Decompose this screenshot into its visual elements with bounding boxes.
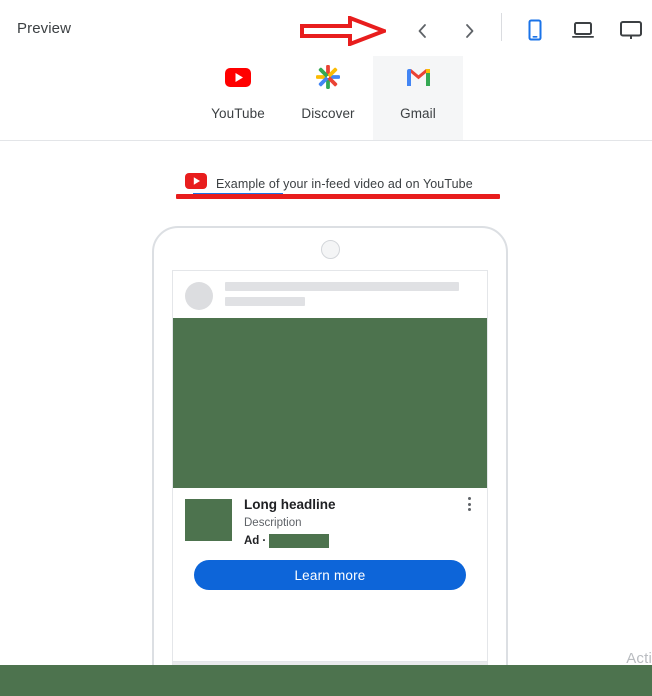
ad-headline: Long headline	[244, 497, 336, 512]
kebab-dot	[467, 508, 471, 511]
laptop-device-button[interactable]	[570, 17, 596, 43]
bottom-redaction-band	[0, 665, 652, 696]
next-preview-button[interactable]	[457, 18, 483, 44]
red-arrow-annotation-icon	[300, 16, 386, 46]
preview-surface-tabs: YouTube Discover Gmail	[0, 56, 652, 196]
phone-speaker-icon	[321, 240, 340, 259]
mobile-device-icon	[528, 19, 542, 41]
tabs-bottom-rule	[0, 140, 652, 141]
ad-separator: ·	[262, 535, 267, 547]
kebab-dot	[467, 497, 471, 500]
google-discover-icon	[283, 60, 373, 94]
previous-preview-button[interactable]	[409, 18, 435, 44]
preview-header: Preview	[0, 0, 652, 52]
tab-youtube[interactable]: YouTube	[193, 56, 283, 141]
header-divider	[501, 13, 502, 41]
chevron-right-icon	[466, 24, 474, 38]
mobile-preview-frame: Long headline Description Ad · Learn mor…	[152, 226, 508, 678]
ad-channel-thumbnail-redacted	[185, 499, 232, 541]
example-banner-text: Example of your in-feed video ad on YouT…	[216, 176, 473, 191]
tab-gmail[interactable]: Gmail	[373, 56, 463, 141]
ad-label: Ad	[244, 535, 260, 547]
ad-video-thumbnail-redacted[interactable]	[173, 318, 487, 488]
tab-discover[interactable]: Discover	[283, 56, 373, 141]
desktop-device-icon	[620, 20, 642, 39]
kebab-menu-icon[interactable]	[462, 494, 476, 514]
mobile-device-button[interactable]	[522, 17, 548, 43]
gmail-icon	[373, 60, 463, 94]
kebab-dot	[467, 502, 471, 506]
youtube-icon	[185, 173, 207, 194]
desktop-device-button[interactable]	[618, 17, 644, 43]
avatar-placeholder	[185, 282, 213, 310]
chevron-left-icon	[418, 24, 426, 38]
phone-screen: Long headline Description Ad · Learn mor…	[172, 270, 488, 670]
learn-more-button[interactable]: Learn more	[194, 560, 466, 590]
example-banner: Example of your in-feed video ad on YouT…	[185, 173, 473, 194]
tab-discover-label: Discover	[301, 106, 355, 121]
text-placeholder-bar	[225, 282, 459, 291]
feed-placeholder-header	[173, 271, 487, 318]
laptop-device-icon	[572, 22, 594, 38]
text-placeholder-bar	[225, 297, 305, 306]
advertiser-name-redacted	[269, 534, 330, 548]
ad-description: Description	[244, 517, 302, 529]
ad-details: Long headline Description Ad · Learn mor…	[173, 488, 487, 590]
tab-gmail-label: Gmail	[400, 106, 436, 121]
page-title: Preview	[17, 20, 72, 37]
youtube-icon	[193, 60, 283, 94]
red-underline-annotation	[176, 194, 500, 199]
tab-youtube-label: YouTube	[211, 106, 265, 121]
ad-attribution-line: Ad ·	[244, 534, 336, 548]
